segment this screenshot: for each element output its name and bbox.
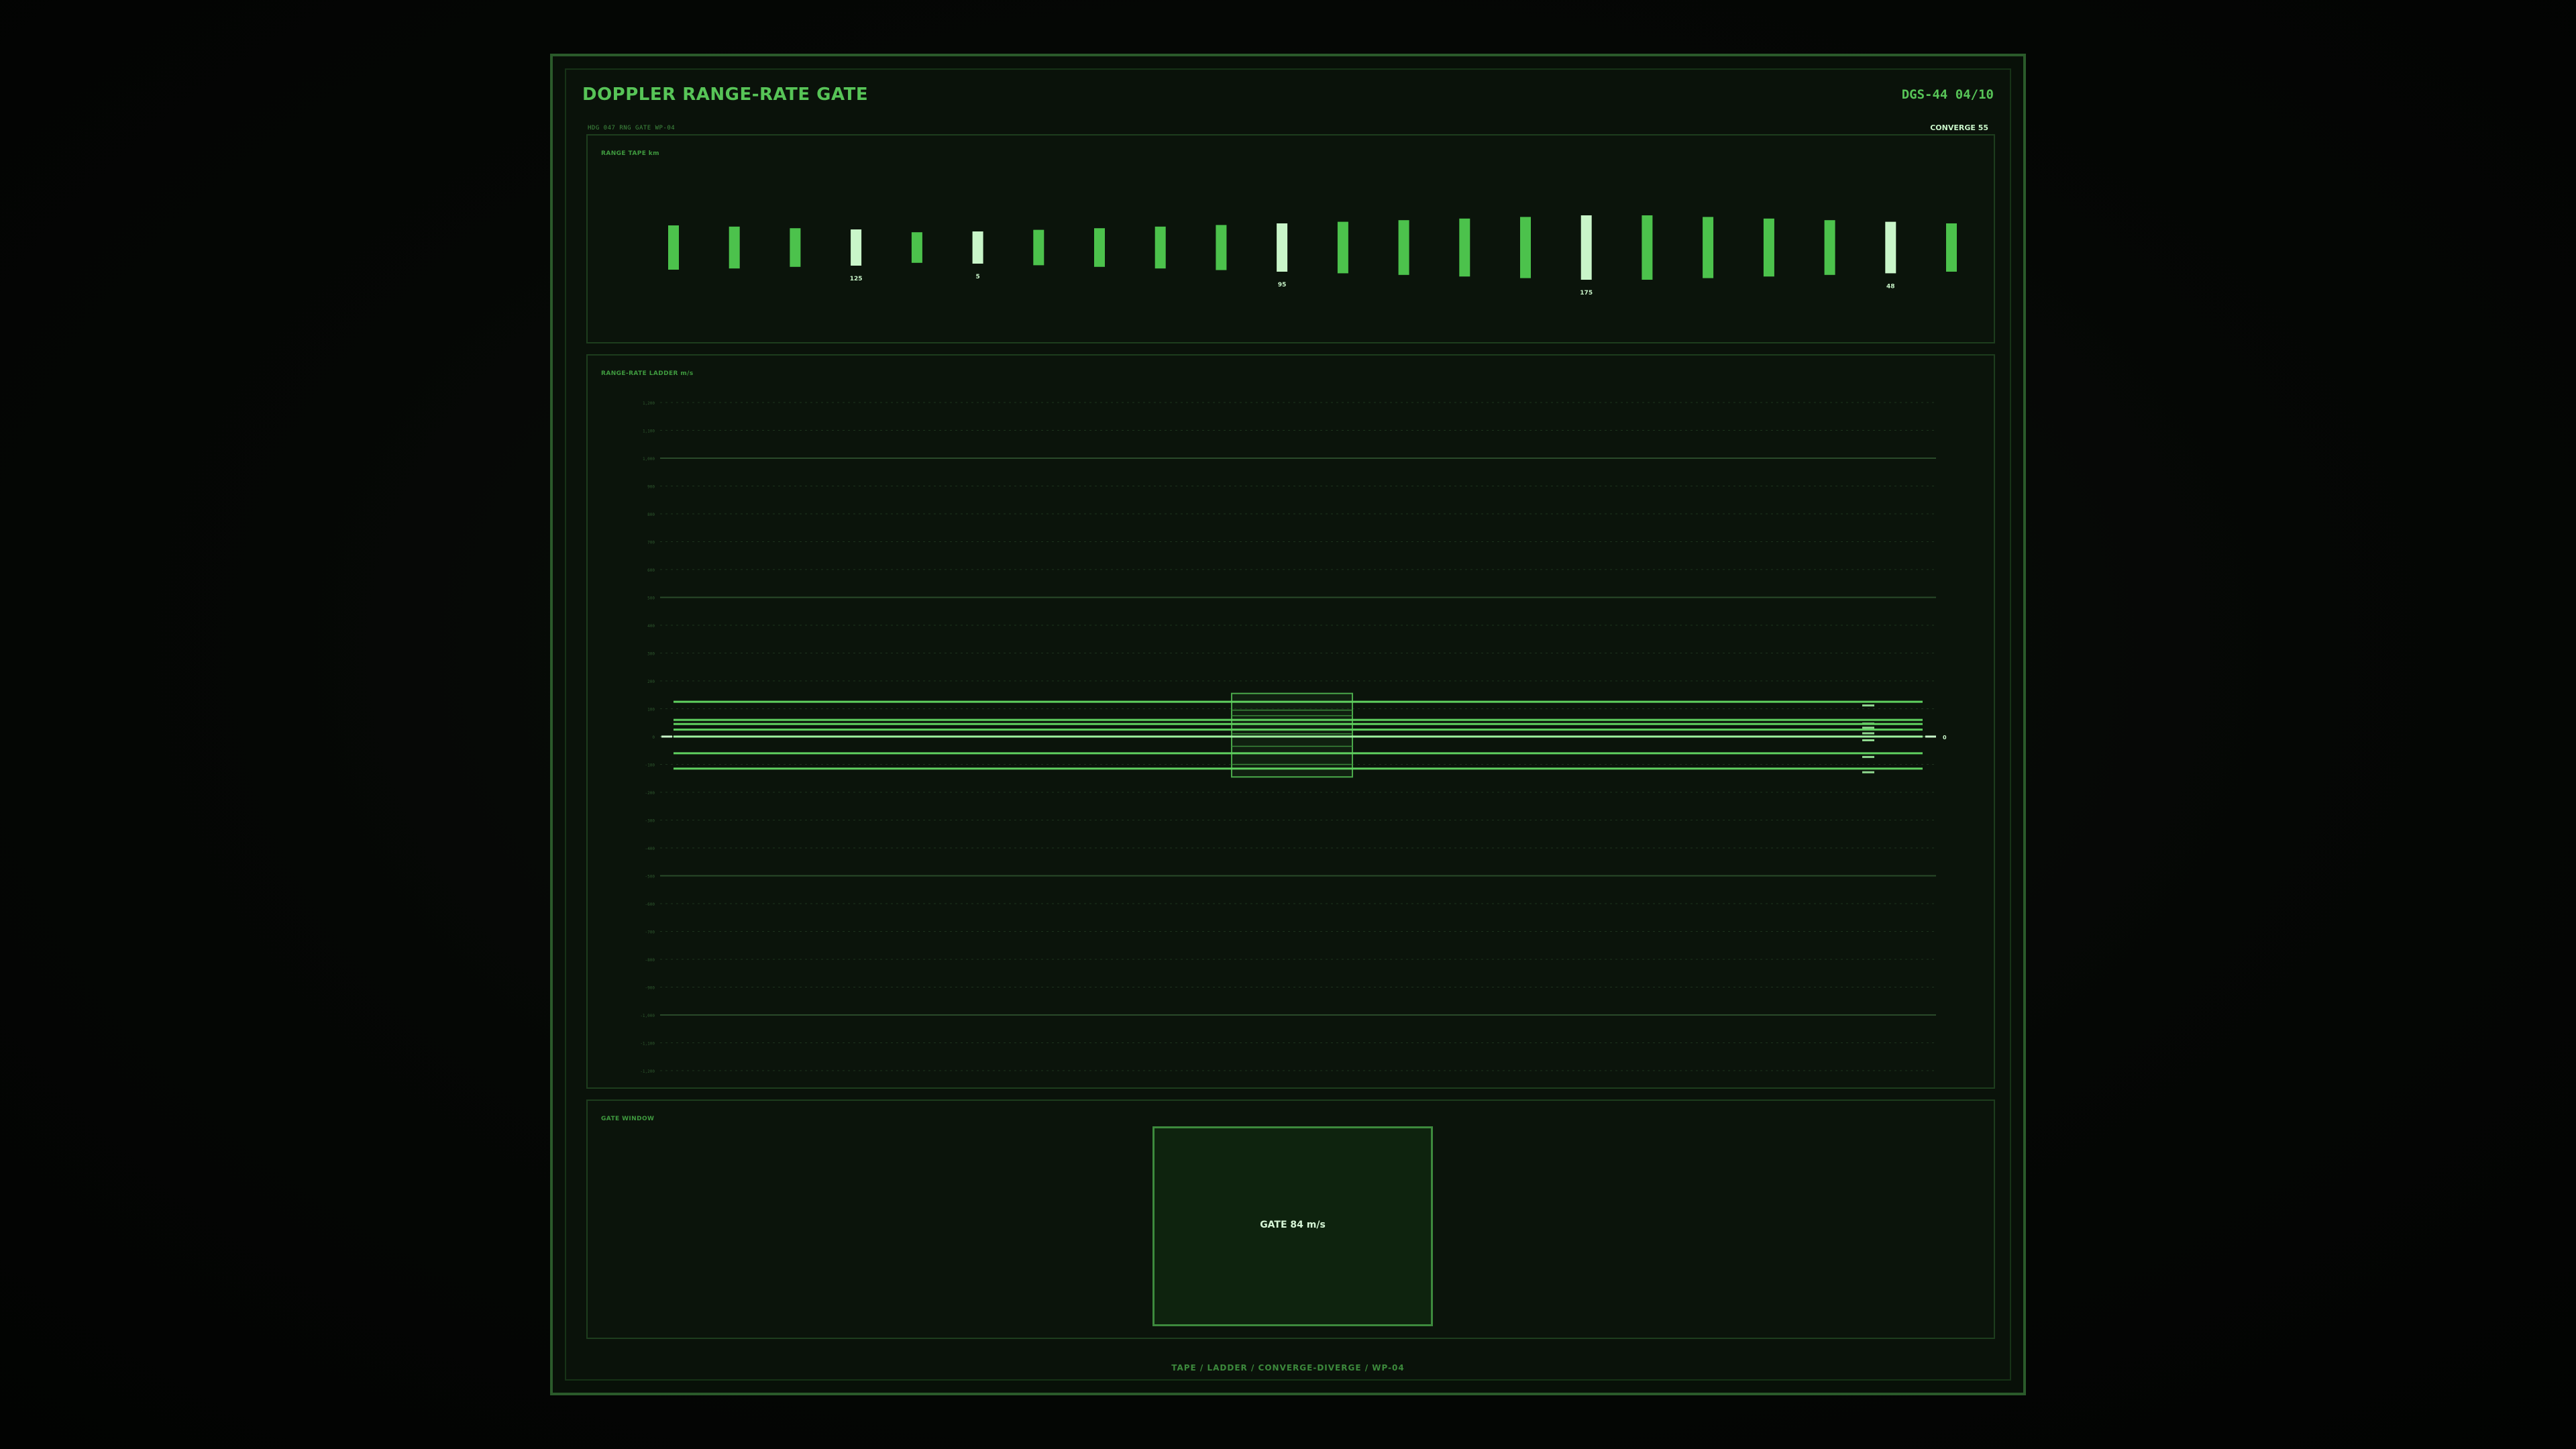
- tape-bar: [790, 228, 801, 267]
- tape-bar-label: 175: [1580, 290, 1593, 297]
- range-tape-chart: 125 5 95 175 48: [668, 215, 1957, 297]
- tape-bar: [1033, 229, 1044, 266]
- converge-status: CONVERGE 55: [1930, 123, 1988, 132]
- ladder-tick-label: -800: [645, 958, 655, 963]
- tape-bar: [668, 225, 679, 270]
- ladder-center-label: 0: [1943, 735, 1947, 741]
- tape-bar: [1763, 218, 1774, 277]
- tape-bar: [1155, 226, 1166, 269]
- footer-nav: TAPE / LADDER / CONVERGE-DIVERGE / WP-04: [1171, 1363, 1405, 1373]
- ladder-rate-line-tag: [1862, 727, 1874, 729]
- ladder-tick-label: -1,100: [640, 1042, 655, 1046]
- tape-bar: [911, 232, 922, 263]
- tape-bar: [729, 226, 740, 269]
- tape-bar: [1094, 228, 1105, 267]
- tape-bar: [1277, 223, 1288, 272]
- ladder-tick-label: 1,100: [643, 429, 655, 434]
- ladder-tick-label: 700: [647, 541, 655, 545]
- tape-bar-label: 95: [1278, 282, 1287, 288]
- page-title: DOPPLER RANGE-RATE GATE: [582, 85, 869, 105]
- ladder-tick-label: 1,200: [643, 401, 655, 406]
- tape-bar: [1824, 220, 1835, 275]
- tape-bar-label: 5: [975, 274, 979, 280]
- tape-bar: [1642, 215, 1653, 280]
- ladder-tick-label: -500: [645, 875, 655, 879]
- ladder-rate-line-tag: [1862, 739, 1874, 741]
- ladder-rate-line-tag: [1862, 755, 1874, 758]
- tape-bar: [1337, 221, 1348, 274]
- tape-bar: [1216, 225, 1227, 270]
- tape-bar: [1398, 220, 1409, 275]
- ladder-tick-label: -700: [645, 930, 655, 935]
- status-subtitle: HDG 047 RNG GATE WP-04: [588, 125, 676, 131]
- tape-bar: [972, 231, 983, 264]
- ladder-tick-label: -600: [645, 902, 655, 907]
- ladder-tick-label: -900: [645, 986, 655, 991]
- gate-window-panel: GATE WINDOW GATE 84 m/s: [586, 1099, 1995, 1339]
- ladder-tick-label: 100: [647, 708, 655, 712]
- gate-window-label: GATE WINDOW: [601, 1116, 655, 1122]
- ladder-tick-label: 400: [647, 624, 655, 629]
- ladder-tick-label: 1,000: [643, 457, 655, 462]
- tape-bar: [851, 229, 862, 266]
- ladder-tick-label: -1,000: [640, 1014, 655, 1018]
- tape-bar-label: 48: [1886, 283, 1895, 290]
- tape-bar: [1946, 223, 1957, 272]
- tape-bar: [1580, 215, 1592, 280]
- ladder-rate-line-tag: [1862, 732, 1874, 735]
- ladder-rate-line-tag: [1862, 704, 1874, 707]
- display-code: DGS-44 04/10: [1901, 87, 1994, 102]
- ladder-tick-label: -300: [645, 819, 655, 824]
- ladder-tick-label: 200: [647, 680, 655, 684]
- gate-value: GATE 84 m/s: [1260, 1220, 1326, 1230]
- ladder-tick-label: -1,200: [640, 1069, 655, 1074]
- range-rate-ladder-chart: 1,200 1,100 1,000 900 800 700 600 500 400 300 200 1…: [640, 401, 1947, 1074]
- ladder-tick-label: -400: [645, 847, 655, 851]
- ladder-tick-label: 800: [647, 513, 655, 517]
- ladder-tick-label: 600: [647, 568, 655, 573]
- ladder-tick-label: -100: [645, 763, 655, 768]
- tape-bar: [1885, 221, 1896, 274]
- range-tape-panel: RANGE TAPE km 125 5 95 175 48: [586, 134, 1995, 343]
- range-rate-ladder-panel: RANGE-RATE LADDER m/s 1,200 1,100 1,000 900…: [586, 354, 1995, 1089]
- ladder-tick-label: 0: [652, 735, 655, 740]
- ladder-tick-label: 900: [647, 485, 655, 490]
- ladder-tick-label: 500: [647, 596, 655, 601]
- ladder-tick-label: -200: [645, 791, 655, 796]
- tape-bar-label: 125: [850, 276, 863, 282]
- gate-window-box: GATE 84 m/s: [1152, 1126, 1433, 1326]
- page-background: DOPPLER RANGE-RATE GATE DGS-44 04/10 HDG…: [0, 0, 2576, 1449]
- ladder-tick-label: 300: [647, 652, 655, 657]
- tape-bar: [1459, 218, 1470, 277]
- main-frame: DOPPLER RANGE-RATE GATE DGS-44 04/10 HDG…: [550, 54, 2026, 1395]
- tape-bar: [1703, 217, 1714, 278]
- tape-bar: [1520, 217, 1531, 278]
- ladder-rate-line-tag: [1862, 771, 1874, 773]
